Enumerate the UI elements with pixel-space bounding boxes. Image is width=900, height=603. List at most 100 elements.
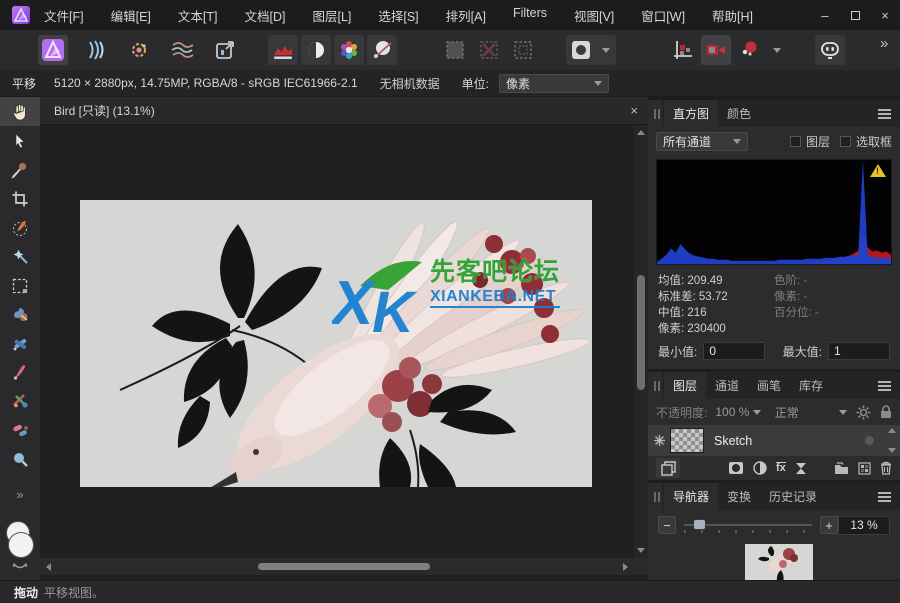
- blend-mode-select[interactable]: 正常: [775, 404, 799, 421]
- crop-tool[interactable]: [0, 184, 40, 213]
- tab-layers[interactable]: 图层: [664, 372, 706, 399]
- tab-close-button[interactable]: ×: [630, 103, 638, 118]
- menu-window[interactable]: 窗口[W]: [641, 6, 685, 25]
- navigator-preview[interactable]: [648, 540, 900, 580]
- insert-target-button[interactable]: [701, 35, 731, 65]
- more-tools-button[interactable]: »: [0, 480, 40, 509]
- units-select[interactable]: 像素: [499, 74, 609, 93]
- toolbar-overflow-icon[interactable]: »: [880, 35, 888, 52]
- horizontal-scrollbar[interactable]: [40, 558, 648, 575]
- channel-select[interactable]: 所有通道: [656, 132, 748, 151]
- tab-transform[interactable]: 变换: [718, 483, 760, 510]
- menu-filters[interactable]: Filters: [513, 6, 547, 25]
- paint-brush-tool[interactable]: [0, 358, 40, 387]
- selection-brush-tool[interactable]: [0, 213, 40, 242]
- auto-colors-button[interactable]: [334, 35, 364, 65]
- marquee-checkbox[interactable]: 选取框: [840, 133, 892, 150]
- liquify-persona-button[interactable]: [81, 35, 111, 65]
- vertical-scrollbar[interactable]: [634, 125, 648, 558]
- assistant-presets-button[interactable]: [734, 35, 764, 65]
- max-input[interactable]: 1: [828, 342, 890, 360]
- document-tab[interactable]: Bird [只读] (13.1%): [54, 102, 155, 119]
- scroll-right-icon[interactable]: [623, 563, 628, 571]
- swap-colors-icon[interactable]: [12, 563, 28, 571]
- paint-mixer-tool[interactable]: [0, 300, 40, 329]
- zoom-out-button[interactable]: −: [658, 516, 676, 534]
- invert-selection-button[interactable]: [508, 35, 538, 65]
- dodge-burn-tool[interactable]: [0, 416, 40, 445]
- scroll-up-icon[interactable]: [637, 130, 645, 135]
- layer-visibility-toggle[interactable]: [865, 436, 874, 445]
- layer-row-sketch[interactable]: Sketch: [648, 425, 900, 456]
- layer-effects-icon[interactable]: fx: [776, 462, 786, 474]
- trash-icon[interactable]: [880, 461, 892, 475]
- menu-arrange[interactable]: 排列[A]: [446, 6, 486, 25]
- zoom-in-button[interactable]: +: [820, 516, 838, 534]
- layer-name[interactable]: Sketch: [714, 434, 752, 448]
- duplicate-layer-button[interactable]: [656, 458, 680, 478]
- auto-white-balance-button[interactable]: [367, 35, 397, 65]
- assistant-presets-dropdown[interactable]: [767, 35, 787, 65]
- menu-help[interactable]: 帮助[H]: [712, 6, 753, 25]
- tab-history[interactable]: 历史记录: [760, 483, 826, 510]
- panel-menu-icon[interactable]: [878, 385, 891, 387]
- canvas-page[interactable]: X K 先客吧论坛 XIANKEBA.NET: [80, 200, 592, 487]
- mask-button[interactable]: [566, 35, 596, 65]
- zoom-slider[interactable]: [684, 516, 812, 534]
- layer-thumbnail[interactable]: [670, 428, 704, 453]
- layers-scrollbar[interactable]: [886, 425, 898, 456]
- maximize-button[interactable]: [840, 0, 870, 30]
- photo-persona-button[interactable]: [38, 35, 68, 65]
- menu-file[interactable]: 文件[F]: [44, 6, 84, 25]
- mask-layer-icon[interactable]: [728, 461, 744, 475]
- clone-tool[interactable]: [0, 387, 40, 416]
- tab-histogram[interactable]: 直方图: [664, 100, 718, 127]
- panel-menu-icon[interactable]: [878, 113, 891, 115]
- develop-persona-button[interactable]: [124, 35, 154, 65]
- menu-view[interactable]: 视图[V]: [574, 6, 614, 25]
- zoom-value-input[interactable]: 13 %: [838, 516, 890, 535]
- view-tool[interactable]: [0, 97, 40, 126]
- tab-color[interactable]: 颜色: [718, 100, 760, 127]
- minimize-button[interactable]: –: [810, 0, 840, 30]
- scroll-left-icon[interactable]: [46, 563, 51, 571]
- min-input[interactable]: 0: [703, 342, 765, 360]
- scroll-down-icon[interactable]: [888, 448, 896, 453]
- auto-levels-button[interactable]: [268, 35, 298, 65]
- scroll-down-icon[interactable]: [637, 548, 645, 553]
- horizontal-scroll-thumb[interactable]: [258, 563, 430, 570]
- opacity-select[interactable]: 100 %: [715, 405, 760, 419]
- navigator-thumbnail[interactable]: [745, 544, 813, 584]
- move-tool[interactable]: [0, 126, 40, 155]
- menu-select[interactable]: 选择[S]: [378, 6, 418, 25]
- color-picker-tool[interactable]: [0, 155, 40, 184]
- tab-navigator[interactable]: 导航器: [664, 483, 718, 510]
- marquee-tool[interactable]: [0, 271, 40, 300]
- pixel-tool[interactable]: [0, 329, 40, 358]
- deselect-button[interactable]: [474, 35, 504, 65]
- tab-stock[interactable]: 库存: [790, 372, 832, 399]
- vertical-scroll-thumb[interactable]: [637, 275, 645, 390]
- canvas-viewport[interactable]: X K 先客吧论坛 XIANKEBA.NET: [40, 125, 634, 558]
- gear-icon[interactable]: [856, 405, 871, 420]
- slider-thumb[interactable]: [693, 519, 706, 530]
- assistant-button[interactable]: [815, 35, 845, 65]
- warning-icon[interactable]: !: [870, 164, 886, 177]
- panel-grip[interactable]: [648, 372, 662, 399]
- menu-text[interactable]: 文本[T]: [178, 6, 218, 25]
- menu-layer[interactable]: 图层[L]: [312, 6, 351, 25]
- panel-grip[interactable]: [648, 483, 662, 510]
- panel-grip[interactable]: [648, 100, 662, 127]
- blur-tool[interactable]: [0, 445, 40, 474]
- menu-document[interactable]: 文档[D]: [244, 6, 285, 25]
- close-button[interactable]: ×: [870, 0, 900, 30]
- export-persona-button[interactable]: [210, 35, 240, 65]
- snapping-button[interactable]: [668, 35, 698, 65]
- adjustment-icon[interactable]: [753, 461, 767, 475]
- tone-mapping-persona-button[interactable]: [167, 35, 197, 65]
- flood-select-tool[interactable]: [0, 242, 40, 271]
- fill-color-well[interactable]: [8, 532, 34, 558]
- group-layers-icon[interactable]: [834, 462, 849, 475]
- layer-checkbox[interactable]: 图层: [790, 133, 830, 150]
- panel-menu-icon[interactable]: [878, 496, 891, 498]
